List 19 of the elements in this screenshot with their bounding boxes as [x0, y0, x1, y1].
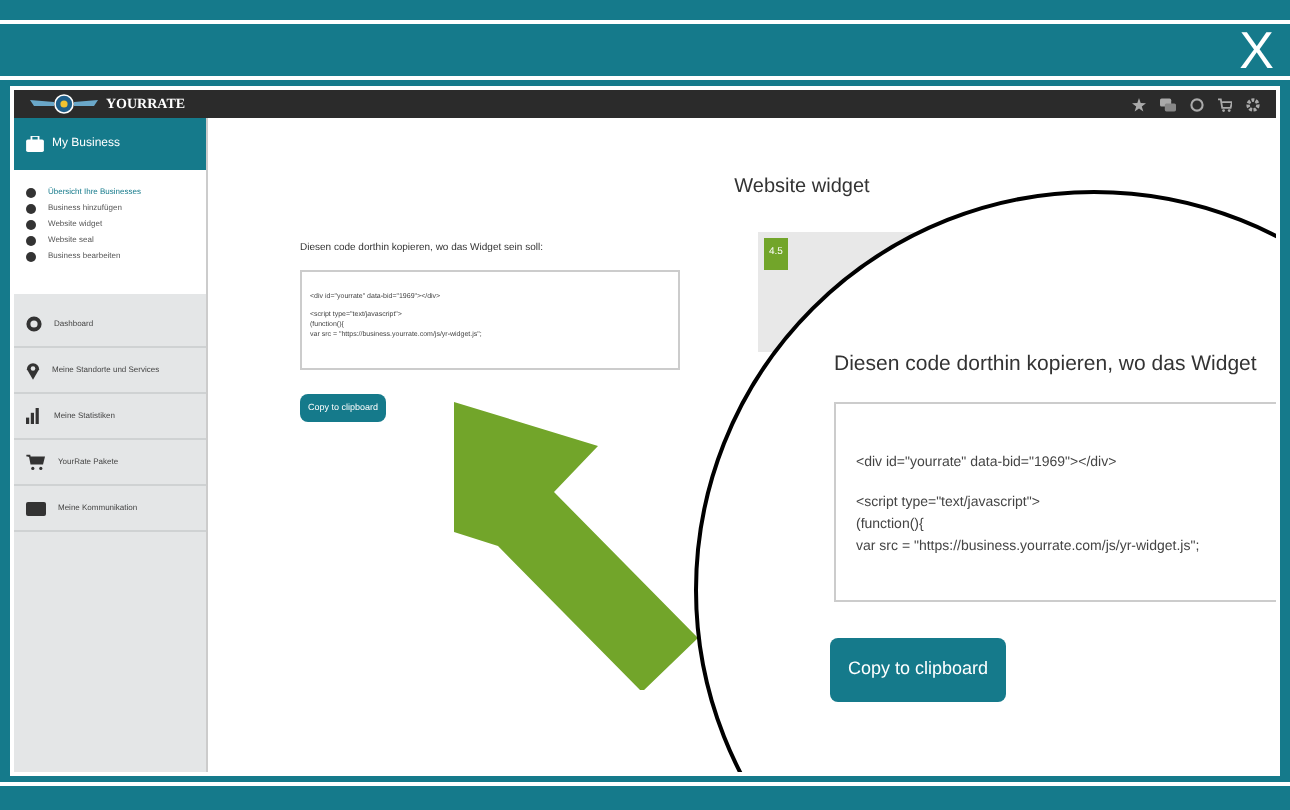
dot-icon: [26, 203, 36, 213]
bar-chart-icon: [26, 408, 42, 424]
copy-button[interactable]: Copy to clipboard: [830, 638, 1007, 701]
dot-icon: [26, 187, 36, 197]
star-icon[interactable]: [1132, 97, 1146, 111]
cart-icon[interactable]: [1218, 97, 1232, 111]
chat-icon[interactable]: [1160, 97, 1176, 111]
dot-icon: [26, 251, 36, 261]
location-pin-icon: [26, 361, 40, 379]
dot-icon: [26, 219, 36, 229]
circle-icon: [26, 316, 42, 332]
briefcase-icon: [26, 136, 44, 152]
instruction-text: Diesen code dorthin kopieren, wo das Widget: [834, 350, 1257, 380]
page-title: Website widget: [732, 174, 872, 202]
winged-logo-icon: [30, 94, 98, 114]
cart-icon: [26, 454, 46, 470]
dot-icon: [26, 235, 36, 245]
settings-icon[interactable]: [1246, 97, 1260, 111]
close-button[interactable]: X: [1239, 24, 1274, 76]
